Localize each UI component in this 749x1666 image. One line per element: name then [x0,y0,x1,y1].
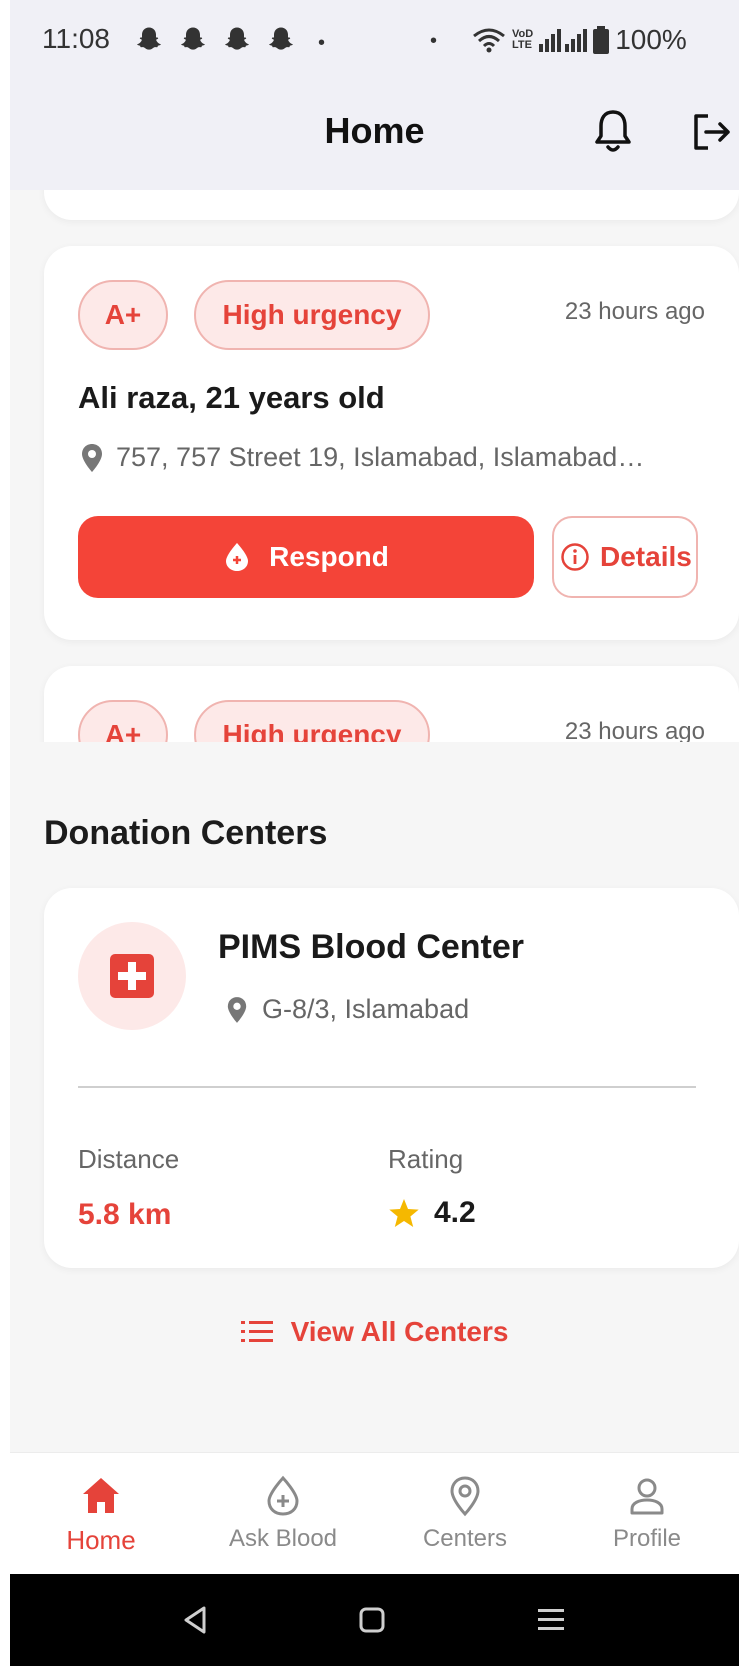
address-text: 757, 757 Street 19, Islamabad, Islamabad… [116,442,645,472]
request-time-ago: 23 hours ago [564,718,705,742]
divider [78,1086,696,1088]
details-button[interactable]: Details [552,516,698,598]
signal-icon [539,29,588,52]
details-label: Details [600,541,692,572]
snapchat-ghost-icon [181,27,205,50]
snapchat-ghost-icon [137,27,161,50]
recent-apps-icon[interactable] [536,1606,566,1634]
nav-item-ask-blood[interactable]: Ask Blood [192,1475,374,1553]
status-dot: • [318,32,326,54]
donation-center-card[interactable]: PIMS Blood Center G-8/3, Islamabad Dista… [44,888,739,1268]
blood-drop-icon [226,543,249,571]
app-header: Home [10,80,739,190]
patient-name: Ali raza, 21 years old [78,380,385,415]
back-icon[interactable] [180,1604,212,1636]
blood-type-chip: A+ [78,280,168,350]
view-all-label: View All Centers [290,1316,509,1347]
request-card[interactable] [44,190,739,220]
respond-label: Respond [269,541,389,572]
app-screen: 11:08 • • VoD LTE 100% Home A+ High urge… [10,0,739,1666]
status-dot: • [430,30,438,52]
home-square-icon[interactable] [358,1606,386,1634]
nav-item-profile[interactable]: Profile [556,1475,738,1553]
network-label-bottom: LTE [512,39,532,51]
medical-cross-icon [110,954,154,998]
person-icon [630,1478,664,1515]
wifi-icon [473,28,505,53]
request-address: 757, 757 Street 19, Islamabad, Islamabad… [80,442,644,473]
home-icon [83,1478,119,1513]
status-indicators: VoD LTE 100% [472,24,687,56]
notification-icons [134,25,296,55]
center-location: G-8/3, Islamabad [226,994,469,1025]
request-time-ago: 23 hours ago [564,298,705,325]
distance-value: 5.8 km [78,1198,172,1231]
info-icon [561,543,589,571]
view-all-centers-button[interactable]: View All Centers [10,1316,739,1348]
status-time: 11:08 [42,23,110,54]
system-navigation-bar [10,1574,739,1666]
center-avatar [78,922,186,1030]
status-bar: 11:08 • • VoD LTE 100% [10,0,739,80]
rating: 4.2 [388,1196,476,1230]
location-pin-icon [82,443,102,472]
nav-item-centers[interactable]: Centers [374,1475,556,1553]
request-card[interactable]: A+ High urgency 23 hours ago [44,666,739,742]
rating-label: Rating [388,1144,464,1174]
snapchat-ghost-icon [225,27,249,50]
nav-label: Ask Blood [228,1525,338,1552]
list-icon [240,1321,273,1342]
distance-label: Distance [78,1144,180,1174]
bell-icon[interactable] [592,108,634,156]
nav-label: Centers [422,1525,508,1552]
star-icon [389,1199,419,1227]
bottom-navigation: Home Ask Blood Centers Profile [10,1452,739,1574]
request-card[interactable]: A+ High urgency 23 hours ago Ali raza, 2… [44,246,739,640]
section-title-donation-centers: Donation Centers [44,814,328,852]
location-pin-icon [450,1476,480,1517]
battery-icon [593,26,610,54]
snapchat-ghost-icon [269,27,293,50]
urgency-chip: High urgency [194,280,430,350]
rating-value: 4.2 [434,1196,476,1229]
battery-level: 100% [615,24,687,55]
logout-icon[interactable] [690,110,734,154]
location-pin-icon [227,996,247,1023]
network-type-badge: VoD LTE [512,29,533,51]
blood-type-chip: A+ [78,700,168,742]
nav-label: Profile [612,1525,682,1552]
center-name: PIMS Blood Center [218,928,525,966]
nav-item-home[interactable]: Home [10,1475,192,1556]
respond-button[interactable]: Respond [78,516,534,598]
urgency-chip: High urgency [194,700,430,742]
center-location-text: G-8/3, Islamabad [262,994,470,1024]
blood-request-list[interactable]: A+ High urgency 23 hours ago Ali raza, 2… [10,190,739,742]
blood-drop-icon [267,1475,299,1516]
nav-label: Home [66,1525,136,1555]
